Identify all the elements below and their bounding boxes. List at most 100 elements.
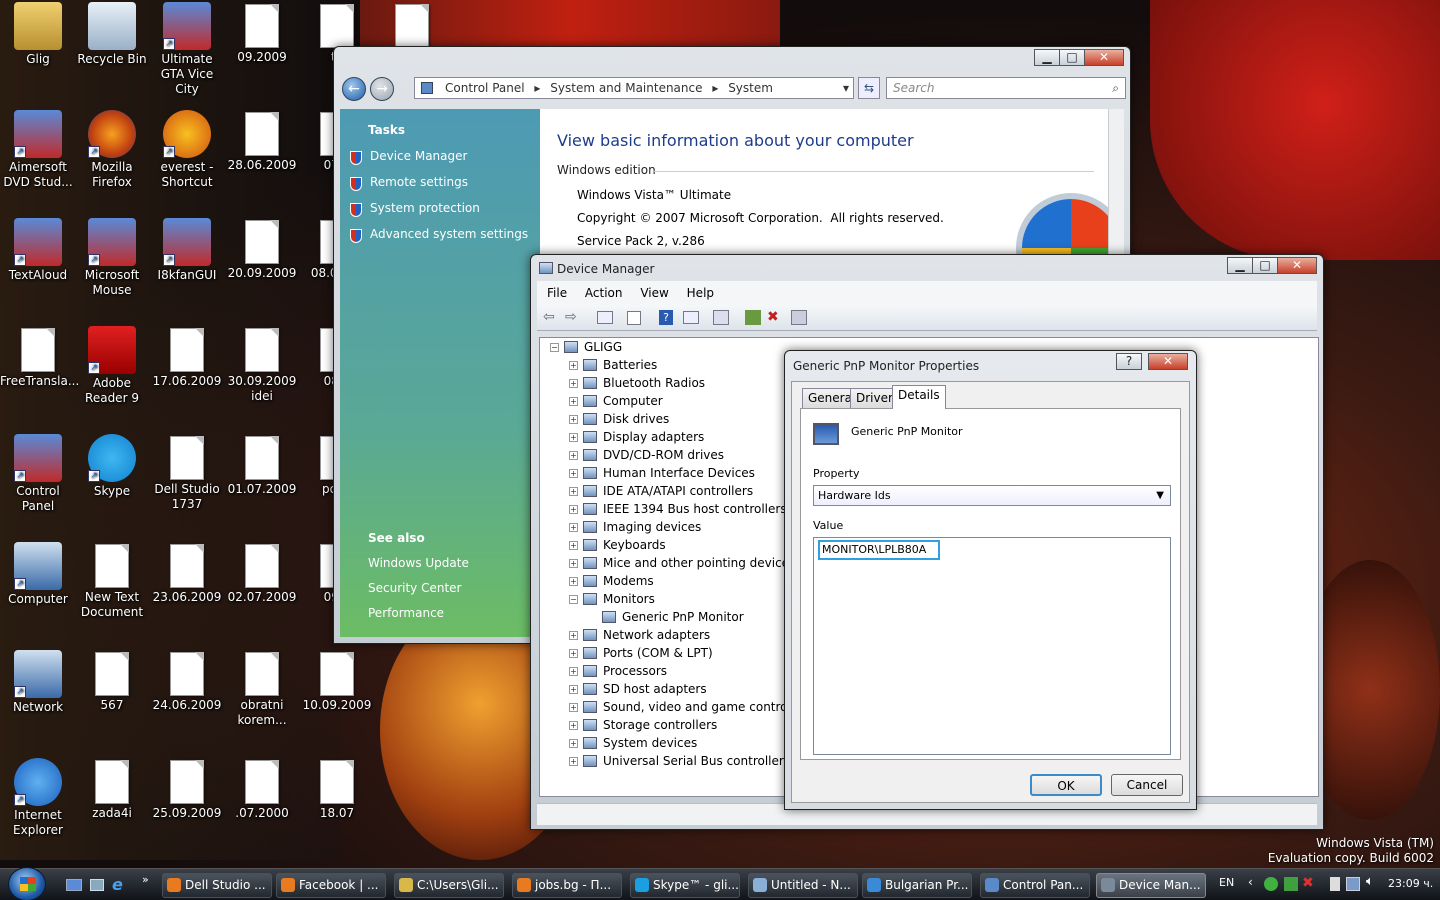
tray-icon-4[interactable]: [1330, 877, 1340, 891]
task-system-protection[interactable]: System protection: [370, 201, 480, 215]
desktop-icon[interactable]: ↗ Ultimate GTA Vice City: [149, 2, 225, 97]
search-icon[interactable]: ⌕: [1112, 78, 1119, 98]
tree-category[interactable]: + Mice and other pointing devices: [569, 554, 795, 572]
taskbar-button[interactable]: C:\Users\Gli...: [394, 873, 504, 898]
breadcrumb-control-panel[interactable]: Control Panel: [445, 81, 525, 95]
expand-icon[interactable]: +: [569, 685, 578, 694]
disable-icon[interactable]: [791, 310, 807, 325]
task-device-manager[interactable]: Device Manager: [370, 149, 467, 163]
expand-icon[interactable]: +: [569, 559, 578, 568]
show-desktop-icon[interactable]: [66, 879, 82, 891]
tree-category[interactable]: + Display adapters: [569, 428, 704, 446]
menu-view[interactable]: View: [640, 286, 668, 300]
expand-icon[interactable]: +: [569, 541, 578, 550]
expand-icon[interactable]: +: [569, 433, 578, 442]
taskbar-button[interactable]: Skype™ - gli...: [630, 873, 740, 898]
help-icon[interactable]: ?: [659, 310, 673, 325]
desktop-icon[interactable]: ↗ Network: [0, 650, 76, 715]
refresh-button[interactable]: ⇆: [858, 77, 880, 99]
tree-category[interactable]: + Computer: [569, 392, 663, 410]
expand-icon[interactable]: +: [569, 415, 578, 424]
desktop-icon[interactable]: FreeTransla...: [0, 326, 79, 389]
see-also-performance[interactable]: Performance: [368, 606, 444, 620]
breadcrumb-system-and-maintenance[interactable]: System and Maintenance: [550, 81, 702, 95]
tree-category[interactable]: + DVD/CD-ROM drives: [569, 446, 724, 464]
tree-category[interactable]: + IDE ATA/ATAPI controllers: [569, 482, 753, 500]
desktop-icon[interactable]: ↗ Computer: [0, 542, 76, 607]
desktop-icon[interactable]: 10.09.2009: [299, 650, 375, 713]
chevron-down-icon[interactable]: ▼: [1156, 486, 1164, 505]
taskbar-button[interactable]: Untitled - N...: [748, 873, 858, 898]
tree-category[interactable]: + IEEE 1394 Bus host controllers: [569, 500, 787, 518]
desktop-icon[interactable]: ↗ Aimersoft DVD Stud...: [0, 110, 76, 190]
switch-windows-icon[interactable]: [90, 879, 104, 891]
address-bar[interactable]: Control Panel ▸ System and Maintenance ▸…: [414, 77, 854, 99]
maximize-button[interactable]: □: [1252, 257, 1278, 274]
expand-icon[interactable]: +: [569, 631, 578, 640]
menu-action[interactable]: Action: [585, 286, 623, 300]
tray-icon-3[interactable]: ✖: [1302, 875, 1314, 891]
breadcrumb-system[interactable]: System: [728, 81, 773, 95]
menu-help[interactable]: Help: [687, 286, 714, 300]
collapse-icon[interactable]: −: [569, 595, 578, 604]
clock[interactable]: 23:09 ч.: [1388, 877, 1433, 890]
tree-device-item[interactable]: Generic PnP Monitor: [602, 608, 744, 626]
collapse-icon[interactable]: −: [550, 343, 559, 352]
desktop-icon[interactable]: 01.07.2009: [224, 434, 300, 497]
back-arrow-icon[interactable]: ⇦: [543, 309, 555, 325]
tree-category[interactable]: + Sound, video and game controllers: [569, 698, 813, 716]
maximize-button[interactable]: □: [1059, 49, 1085, 66]
desktop-icon[interactable]: New Text Document: [74, 542, 150, 620]
expand-icon[interactable]: +: [569, 397, 578, 406]
uninstall-icon[interactable]: ✖: [767, 309, 779, 325]
tree-category[interactable]: + Ports (COM & LPT): [569, 644, 713, 662]
desktop-icon[interactable]: 20.09.2009: [224, 218, 300, 281]
tree-category[interactable]: + Bluetooth Radios: [569, 374, 705, 392]
desktop-icon[interactable]: 25.09.2009: [149, 758, 225, 821]
properties-icon[interactable]: [627, 311, 641, 325]
property-select[interactable]: Hardware Ids ▼: [813, 485, 1171, 506]
scan-hardware-icon[interactable]: [713, 310, 729, 325]
dropdown-arrow-icon[interactable]: ▾: [843, 78, 849, 98]
desktop-icon[interactable]: 18.07: [299, 758, 375, 821]
network-icon[interactable]: [1346, 877, 1360, 891]
expand-icon[interactable]: +: [569, 487, 578, 496]
minimize-button[interactable]: ▁: [1034, 49, 1060, 66]
desktop-icon[interactable]: 30.09.2009 idei: [224, 326, 300, 404]
expand-icon[interactable]: +: [569, 667, 578, 676]
back-button[interactable]: ←: [342, 77, 366, 101]
desktop-icon[interactable]: 567: [74, 650, 150, 713]
show-hide-tree-icon[interactable]: [597, 311, 613, 324]
tree-category[interactable]: + Processors: [569, 662, 667, 680]
tree-category[interactable]: + Universal Serial Bus controllers: [569, 752, 790, 770]
desktop-icon[interactable]: Dell Studio 1737: [149, 434, 225, 512]
desktop-icon[interactable]: obratni korem...: [224, 650, 300, 728]
search-input[interactable]: Search ⌕: [886, 77, 1126, 99]
close-button[interactable]: ✕: [1277, 257, 1317, 274]
expand-icon[interactable]: +: [569, 505, 578, 514]
desktop-icon[interactable]: zada4i: [74, 758, 150, 821]
desktop-icon[interactable]: ↗ Control Panel: [0, 434, 76, 514]
expand-icon[interactable]: +: [569, 523, 578, 532]
tray-icon-2[interactable]: [1284, 877, 1298, 891]
forward-arrow-icon[interactable]: ⇨: [565, 309, 577, 325]
close-button[interactable]: ✕: [1148, 353, 1188, 370]
desktop-icon[interactable]: 23.06.2009: [149, 542, 225, 605]
taskbar-button[interactable]: Device Man...: [1096, 873, 1206, 898]
ok-button[interactable]: OK: [1030, 774, 1102, 796]
taskbar-button[interactable]: Facebook | ...: [276, 873, 386, 898]
expand-icon[interactable]: +: [569, 757, 578, 766]
chevron-left-icon[interactable]: ‹: [1248, 875, 1253, 889]
expand-icon[interactable]: +: [569, 577, 578, 586]
minimize-button[interactable]: ▁: [1227, 257, 1253, 274]
taskbar-button[interactable]: Dell Studio ...: [162, 873, 272, 898]
tree-category[interactable]: + Keyboards: [569, 536, 666, 554]
desktop-icon[interactable]: ↗ Microsoft Mouse: [74, 218, 150, 298]
desktop-icon[interactable]: ↗ TextAloud: [0, 218, 76, 283]
value-item[interactable]: MONITOR\LPLB80A: [818, 540, 940, 560]
value-list[interactable]: MONITOR\LPLB80A: [813, 537, 1171, 755]
desktop-icon[interactable]: 02.07.2009: [224, 542, 300, 605]
expand-icon[interactable]: +: [569, 379, 578, 388]
see-also-windows-update[interactable]: Windows Update: [368, 556, 469, 570]
tree-category[interactable]: + Batteries: [569, 356, 657, 374]
